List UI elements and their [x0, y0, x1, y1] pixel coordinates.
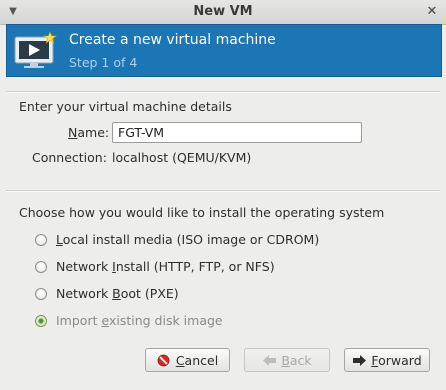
banner-heading: Create a new virtual machine — [69, 32, 276, 48]
cancel-icon — [157, 353, 171, 367]
radio-label[interactable]: Network Install (HTTP, FTP, or NFS) — [56, 259, 275, 274]
cancel-button[interactable]: Cancel — [145, 348, 230, 372]
radio-local-install-media[interactable]: Local install media (ISO image or CDROM) — [35, 232, 319, 247]
radio-button-selected[interactable] — [35, 314, 47, 327]
close-icon[interactable]: ✕ — [424, 3, 440, 19]
radio-button[interactable] — [35, 287, 47, 300]
title-bar: ▼ New VM ✕ — [0, 0, 446, 25]
radio-label[interactable]: Network Boot (PXE) — [56, 286, 179, 301]
back-button[interactable]: Back — [244, 348, 330, 372]
radio-label[interactable]: Local install media (ISO image or CDROM) — [56, 232, 319, 247]
name-input[interactable] — [112, 122, 362, 143]
connection-value: localhost (QEMU/KVM) — [112, 150, 252, 165]
arrow-right-icon — [352, 353, 366, 367]
banner-step: Step 1 of 4 — [69, 55, 138, 70]
separator — [6, 91, 440, 93]
radio-label[interactable]: Import existing disk image — [56, 313, 223, 328]
separator — [6, 190, 440, 192]
install-section-title: Choose how you would like to install the… — [19, 205, 385, 220]
radio-network-boot[interactable]: Network Boot (PXE) — [35, 286, 179, 301]
new-vm-window: ▼ New VM ✕ Create a new virtual machine … — [0, 0, 446, 390]
virtual-machine-icon — [14, 31, 57, 68]
window-title: New VM — [193, 4, 253, 19]
radio-button[interactable] — [35, 233, 47, 246]
arrow-left-icon — [262, 353, 276, 367]
radio-import-disk-image[interactable]: Import existing disk image — [35, 313, 223, 328]
details-section-title: Enter your virtual machine details — [19, 99, 232, 114]
radio-network-install[interactable]: Network Install (HTTP, FTP, or NFS) — [35, 259, 275, 274]
name-label: Name: — [68, 125, 110, 140]
radio-button[interactable] — [35, 260, 47, 273]
wizard-banner: Create a new virtual machine Step 1 of 4 — [6, 24, 442, 77]
forward-button[interactable]: Forward — [344, 348, 430, 372]
connection-label: Connection: — [32, 150, 107, 165]
